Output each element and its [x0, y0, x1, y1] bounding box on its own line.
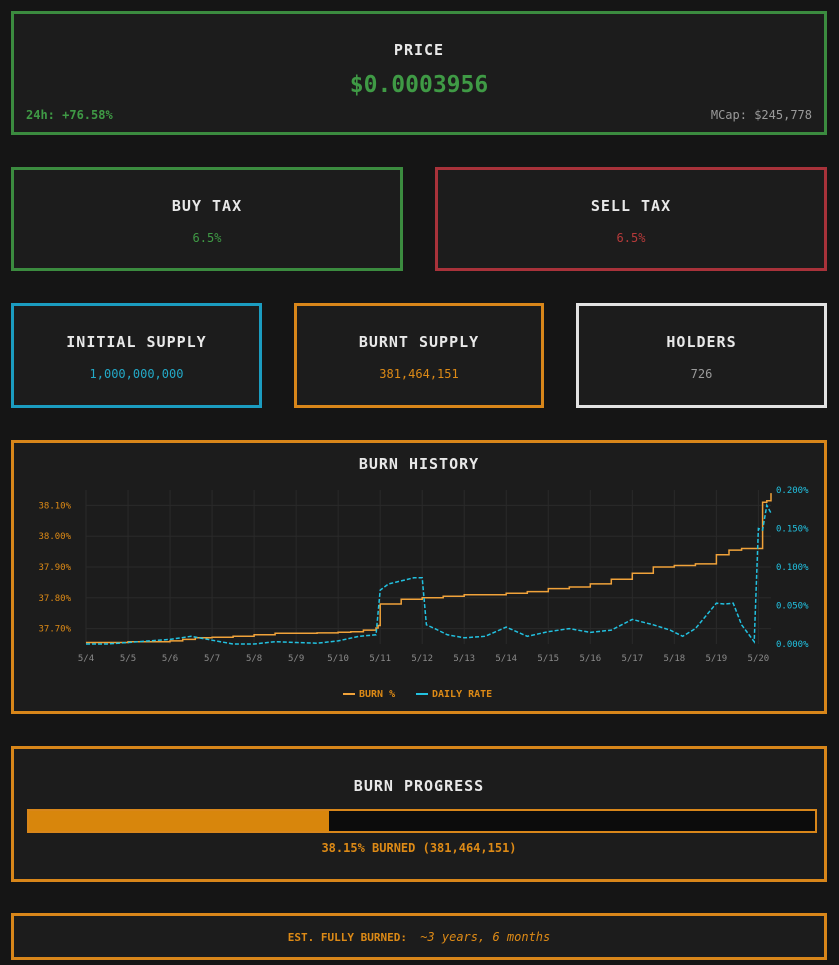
initial-supply-card: INITIAL SUPPLY 1,000,000,000: [11, 303, 262, 408]
estimate-card: EST. FULLY BURNED: ~3 years, 6 months: [11, 913, 827, 960]
x-tick-label: 5/19: [706, 654, 728, 664]
x-tick-label: 5/20: [748, 654, 770, 664]
x-tick-label: 5/6: [162, 654, 178, 664]
holders-card: HOLDERS 726: [576, 303, 827, 408]
x-tick-label: 5/14: [495, 654, 517, 664]
price-change-24h: 24h: +76.58%: [26, 108, 113, 122]
sell-tax-card: SELL TAX 6.5%: [435, 167, 827, 271]
burn-progress-card: BURN PROGRESS 38.15% BURNED (381,464,151…: [11, 746, 827, 882]
right-tick-label: 0.050%: [776, 602, 809, 612]
holders-value: 726: [690, 367, 713, 381]
buy-tax-value: 6.5%: [192, 231, 222, 245]
burn-progress-label: 38.15% BURNED (381,464,151): [321, 841, 517, 855]
initial-supply-title: INITIAL SUPPLY: [66, 333, 207, 351]
burnt-supply-title: BURNT SUPPLY: [358, 333, 480, 351]
burnt-supply-card: BURNT SUPPLY 381,464,151: [294, 303, 544, 408]
holders-title: HOLDERS: [666, 333, 737, 351]
x-tick-label: 5/4: [78, 654, 94, 664]
legend-burn-swatch: [343, 693, 355, 695]
x-tick-label: 5/13: [453, 654, 475, 664]
x-tick-label: 5/16: [579, 654, 601, 664]
burn-history-chart: 5/4 5/5 5/6 5/7 5/8 5/9 5/10 5/11 5/12 5/13 5/14 5/…: [38, 486, 809, 664]
sell-tax-value: 6.5%: [616, 231, 646, 245]
legend-burn: BURN %: [343, 689, 395, 700]
burn-percent-line: [86, 493, 772, 644]
left-tick-label: 38.10%: [38, 501, 71, 511]
initial-supply-value: 1,000,000,000: [89, 367, 184, 381]
burn-progress-title: BURN PROGRESS: [353, 777, 485, 795]
legend-rate-swatch: [416, 693, 428, 695]
left-tick-label: 37.70%: [38, 625, 71, 635]
buy-tax-title: BUY TAX: [171, 197, 243, 215]
x-tick-label: 5/5: [120, 654, 136, 664]
market-cap: MCap: $245,778: [710, 108, 812, 122]
daily-rate-line: [86, 503, 772, 645]
burnt-supply-value: 381,464,151: [379, 367, 459, 381]
left-tick-label: 38.00%: [38, 532, 71, 542]
buy-tax-card: BUY TAX 6.5%: [11, 167, 403, 271]
right-tick-label: 0.200%: [776, 486, 809, 496]
burn-history-card: BURN HISTORY 5/4 5/5 5/6 5/7 5/8 5/9 5/10 5/11 5…: [11, 440, 827, 714]
right-tick-label: 0.000%: [776, 640, 809, 650]
x-tick-label: 5/7: [204, 654, 220, 664]
estimate-line: EST. FULLY BURNED: ~3 years, 6 months: [14, 930, 824, 944]
right-tick-label: 0.100%: [776, 563, 809, 573]
legend-burn-label: BURN %: [359, 689, 396, 700]
price-value: $0.0003956: [349, 72, 489, 98]
burn-progress-bar: [27, 809, 817, 833]
burn-progress-fill: [29, 811, 329, 831]
x-tick-label: 5/12: [411, 654, 433, 664]
price-title: PRICE: [393, 41, 445, 59]
left-tick-label: 37.80%: [38, 594, 71, 604]
estimate-label: EST. FULLY BURNED:: [287, 931, 407, 944]
left-tick-label: 37.90%: [38, 563, 71, 573]
x-tick-label: 5/8: [246, 654, 262, 664]
right-tick-label: 0.150%: [776, 525, 809, 535]
x-tick-label: 5/9: [288, 654, 304, 664]
x-tick-label: 5/15: [537, 654, 559, 664]
sell-tax-title: SELL TAX: [590, 197, 672, 215]
x-tick-label: 5/17: [621, 654, 643, 664]
x-tick-label: 5/18: [663, 654, 685, 664]
legend-rate-label: DAILY RATE: [432, 689, 493, 700]
price-card: PRICE $0.0003956 24h: +76.58% MCap: $245…: [11, 11, 827, 135]
x-tick-label: 5/11: [369, 654, 391, 664]
legend-rate: DAILY RATE: [416, 689, 492, 700]
x-tick-label: 5/10: [327, 654, 349, 664]
estimate-value: ~3 years, 6 months: [420, 930, 551, 944]
